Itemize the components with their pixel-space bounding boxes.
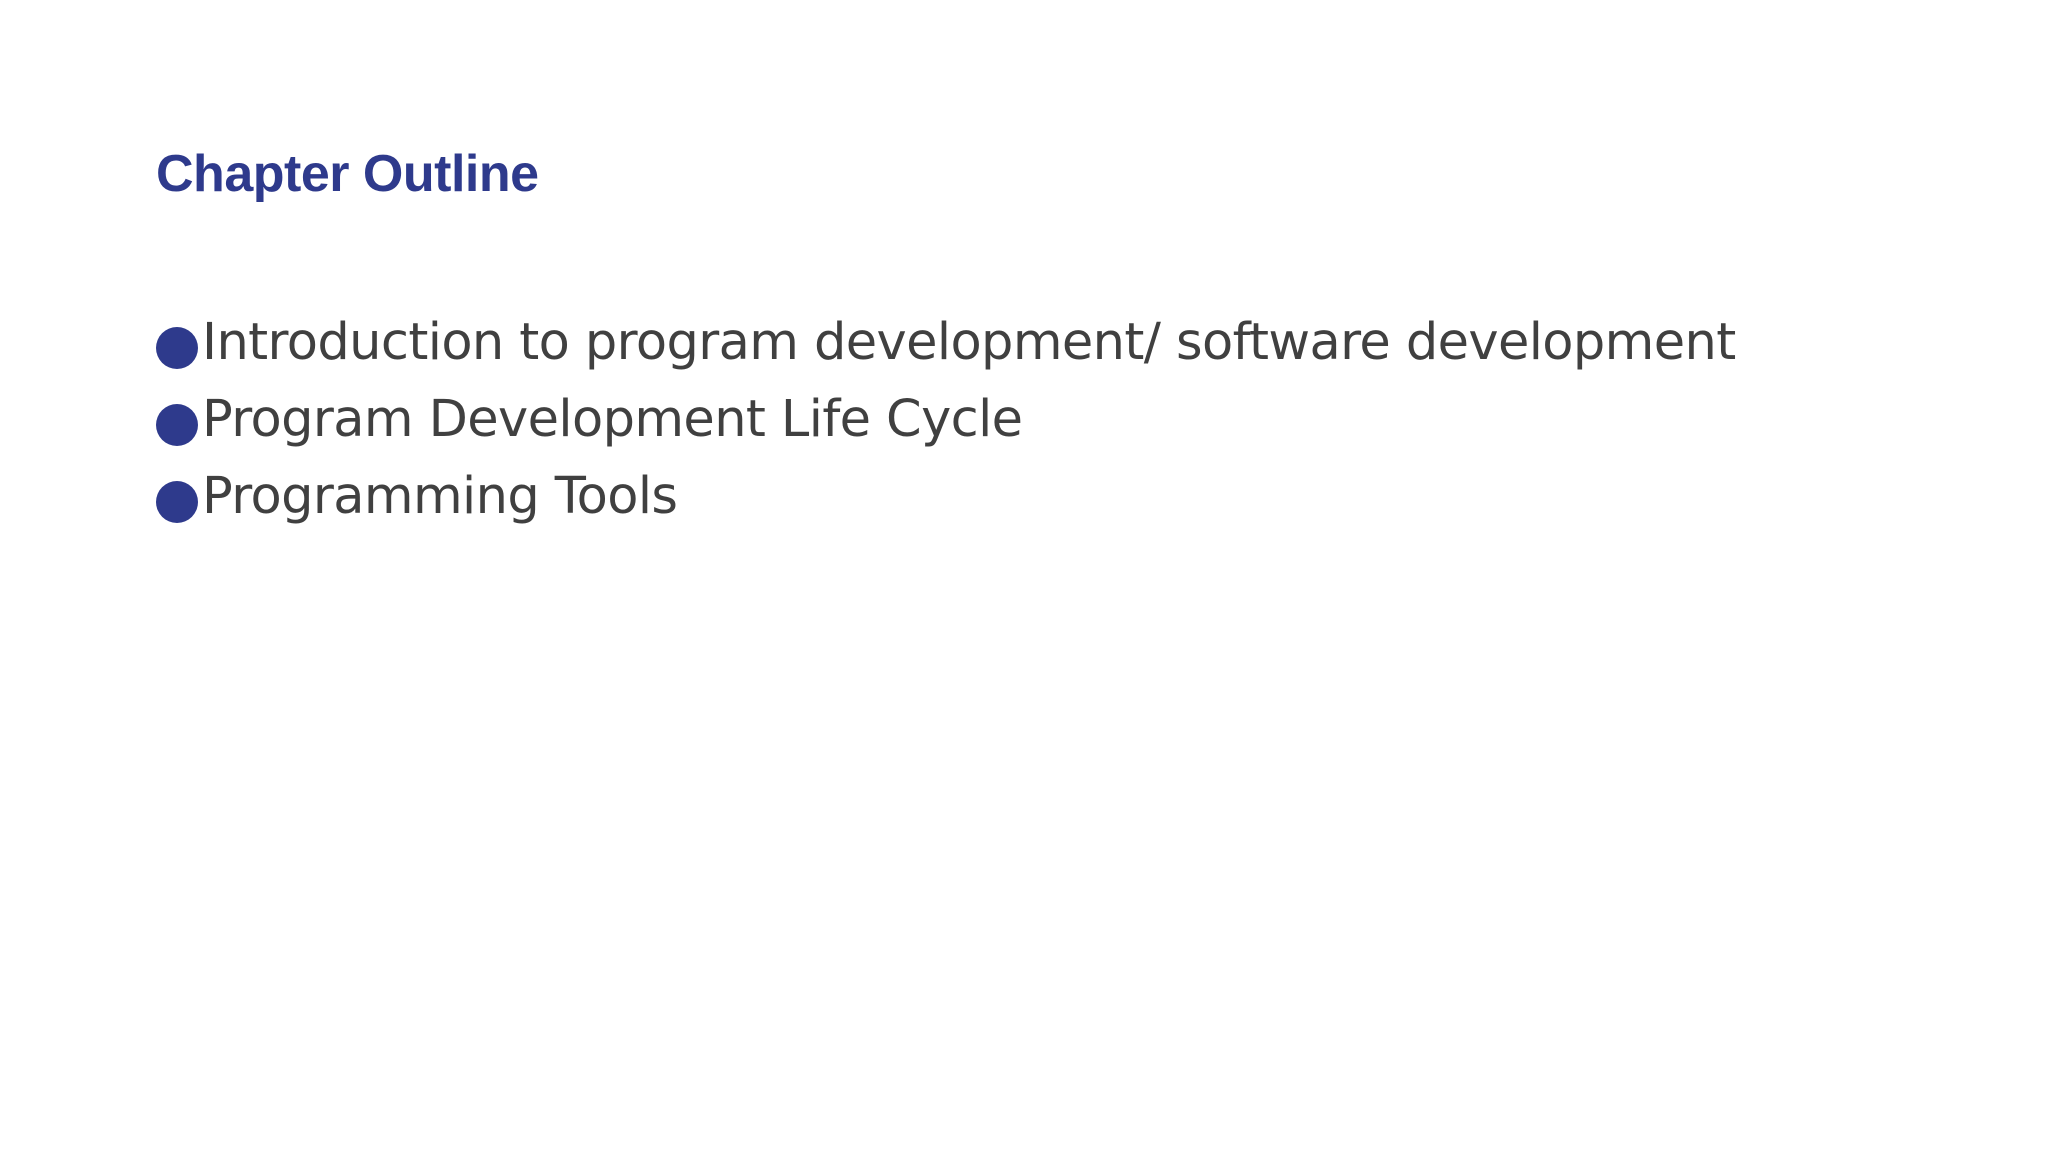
list-item: Programming Tools	[156, 458, 1736, 535]
bullet-icon	[156, 480, 198, 523]
list-item: Program Development Life Cycle	[156, 381, 1736, 458]
slide-title: Chapter Outline	[156, 145, 539, 203]
list-item-text: Program Development Life Cycle	[202, 390, 1023, 449]
slide: Chapter Outline Introduction to program …	[0, 0, 2048, 1152]
list-item: Introduction to program development/ sof…	[156, 304, 1736, 381]
bullet-icon	[156, 326, 198, 369]
list-item-text: Programming Tools	[202, 467, 678, 526]
list-item-text: Introduction to program development/ sof…	[202, 313, 1736, 372]
bullet-icon	[156, 403, 198, 446]
chapter-outline-list: Introduction to program development/ sof…	[156, 304, 1736, 535]
